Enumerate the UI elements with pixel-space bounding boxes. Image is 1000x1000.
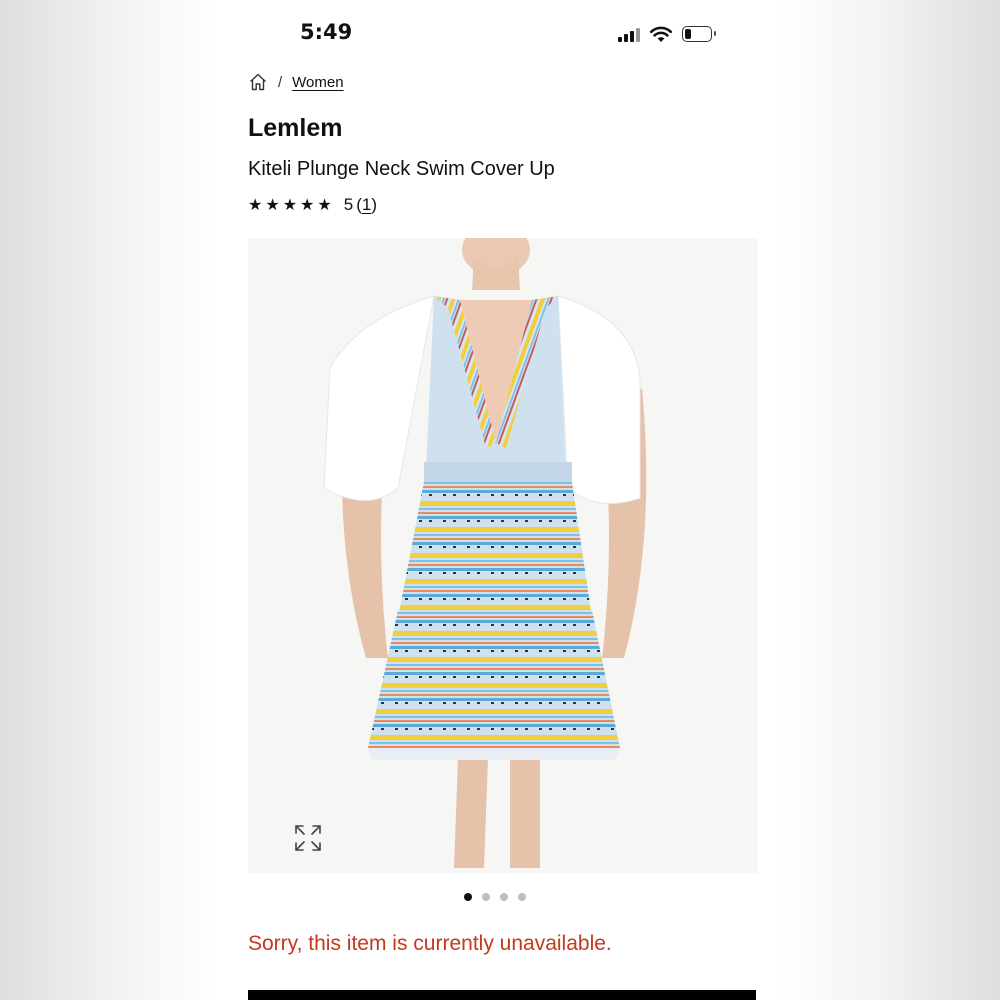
product-rating: ★★★★★ 5 (1) [248, 195, 377, 215]
carousel-dot[interactable] [482, 893, 490, 901]
rating-stars-icon: ★★★★★ [248, 197, 335, 214]
carousel-dots [464, 893, 526, 901]
breadcrumb-separator: / [278, 73, 283, 91]
brand-name[interactable]: Lemlem [248, 114, 342, 143]
cellular-signal-icon [618, 26, 640, 42]
wifi-icon [649, 26, 673, 42]
add-to-bag-bar[interactable] [248, 990, 756, 1000]
expand-icon[interactable] [292, 822, 324, 854]
product-title: Kiteli Plunge Neck Swim Cover Up [248, 158, 555, 180]
phone-screen: 5:49 / Women Lemlem Kiteli Plunge Neck S… [222, 0, 780, 1000]
carousel-dot[interactable] [518, 893, 526, 901]
dress-model-illustration [323, 238, 647, 868]
review-count-link[interactable]: 1 [362, 195, 371, 214]
status-time: 5:49 [300, 20, 353, 44]
battery-level [685, 29, 691, 39]
breadcrumb-link-women[interactable]: Women [292, 74, 343, 91]
review-count: (1) [356, 195, 377, 214]
carousel-dot[interactable] [500, 893, 508, 901]
rating-value: 5 [343, 195, 354, 214]
battery-icon [682, 26, 716, 42]
status-icons [618, 22, 716, 46]
carousel-dot[interactable] [464, 893, 472, 901]
product-image[interactable] [248, 238, 758, 873]
home-icon[interactable] [248, 72, 268, 92]
unavailable-message: Sorry, this item is currently unavailabl… [248, 932, 612, 955]
breadcrumb: / Women [248, 72, 344, 92]
